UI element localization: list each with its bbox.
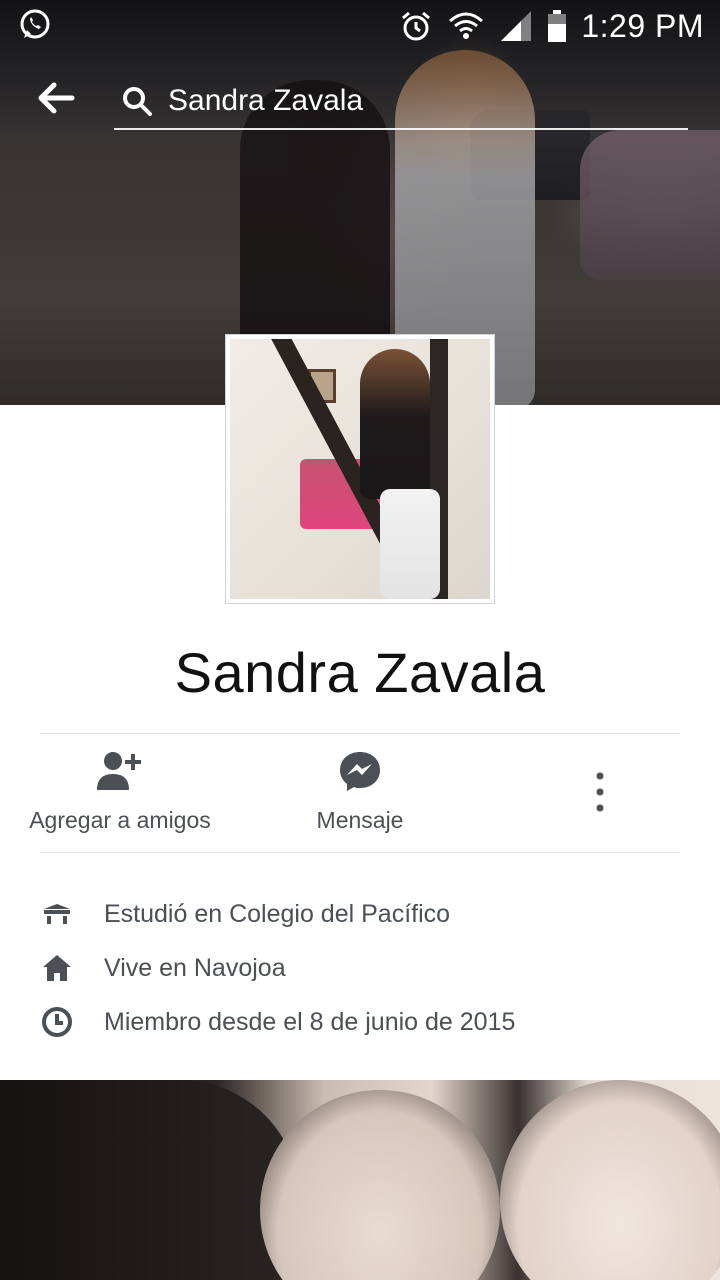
- photo-person-legs: [380, 489, 440, 599]
- clock-icon: [40, 1005, 74, 1039]
- info-member-since-text: Miembro desde el 8 de junio de 2015: [104, 1007, 516, 1036]
- back-button[interactable]: [34, 78, 76, 118]
- wifi-icon: [449, 12, 484, 39]
- status-bar: 1:29 PM: [0, 0, 720, 50]
- message-button[interactable]: Mensaje: [250, 750, 470, 834]
- school-icon: [40, 897, 74, 931]
- more-options-button[interactable]: [570, 770, 630, 819]
- info-education-text: Estudió en Colegio del Pacífico: [104, 899, 451, 928]
- battery-icon: [548, 10, 567, 42]
- alarm-icon: [402, 11, 431, 41]
- photo-face-left: [260, 1090, 500, 1280]
- whatsapp-icon: [20, 9, 50, 39]
- signal-icon: [501, 11, 532, 41]
- add-friend-button[interactable]: Agregar a amigos: [10, 750, 230, 834]
- profile-name: Sandra Zavala: [174, 641, 546, 704]
- home-icon: [40, 951, 74, 985]
- message-label: Mensaje: [316, 807, 404, 833]
- messenger-icon: [340, 752, 380, 791]
- info-residence[interactable]: Vive en Navojoa: [40, 948, 286, 988]
- cover-car: [580, 130, 720, 280]
- featured-photo[interactable]: [0, 1080, 720, 1280]
- status-time: 1:29 PM: [581, 7, 704, 44]
- profile-photo: [230, 339, 490, 599]
- status-right: 1:29 PM: [399, 4, 704, 48]
- search-icon: [123, 87, 152, 116]
- info-member-since: Miembro desde el 8 de junio de 2015: [40, 1002, 515, 1042]
- divider-top: [40, 733, 680, 734]
- profile-picture[interactable]: [226, 335, 494, 603]
- search-input[interactable]: Sandra Zavala: [114, 74, 688, 130]
- photo-hair: [0, 1080, 300, 1280]
- add-friend-icon: [97, 752, 141, 790]
- divider-bottom: [40, 852, 680, 853]
- back-arrow-icon: [38, 82, 75, 114]
- photo-person: [360, 349, 430, 499]
- info-education[interactable]: Estudió en Colegio del Pacífico: [40, 894, 450, 934]
- more-options-icon: [596, 772, 604, 812]
- search-query[interactable]: Sandra Zavala: [168, 84, 363, 118]
- info-residence-text: Vive en Navojoa: [104, 953, 286, 982]
- photo-face-right: [500, 1080, 720, 1280]
- status-left: [18, 8, 52, 47]
- add-friend-label: Agregar a amigos: [29, 807, 211, 833]
